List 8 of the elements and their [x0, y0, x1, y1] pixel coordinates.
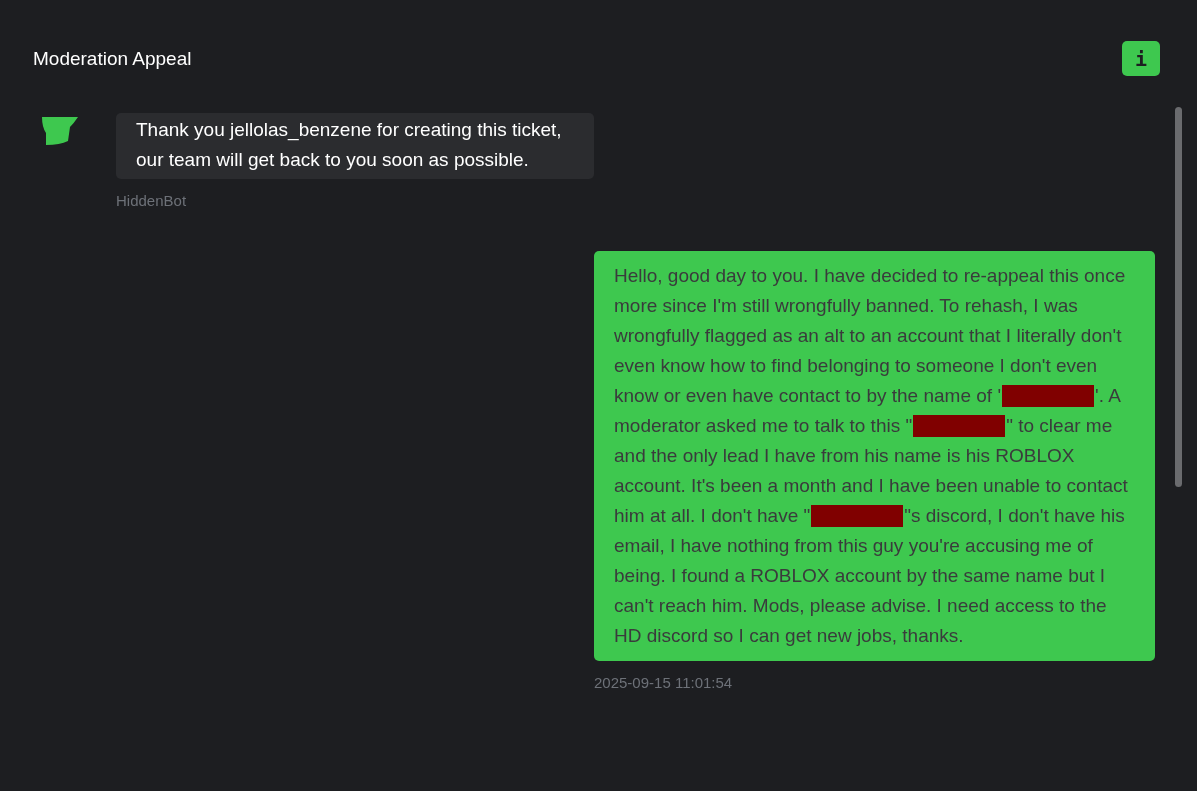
message-bubble: Hello, good day to you. I have decided to re-appeal this once more since I'm still wrongfully banned. To rehash, I was wrongfully flagged as an alt to an account that I literally don't even know how to find belonging to someone I don't even know or even have contact to by the name of ' '. A moderator asked me to talk to this " " to clear me and the only lead I have from his name is his ROBLOX account. It's been a month and I have been unable to contact him at all. I don't have " "s discord, I don't have his email, I have nothing from this guy you're accusing me of being. I found a ROBLOX account by the same name but I can't reach him. Mods, please advise. I need access to the HD discord so I can get new jobs, thanks. — [594, 251, 1155, 661]
scrollbar[interactable] — [1175, 107, 1182, 487]
message-bubble: Thank you jellolas_benzene for creating this ticket, our team will get back to you soon as possible. — [116, 113, 594, 179]
page-title: Moderation Appeal — [33, 47, 192, 70]
info-button[interactable]: i — [1122, 41, 1160, 76]
sender-name: HiddenBot — [116, 192, 188, 209]
message-timestamp: 2025-09-15 11:01:54 — [594, 674, 734, 691]
avatar-icon — [40, 117, 80, 147]
